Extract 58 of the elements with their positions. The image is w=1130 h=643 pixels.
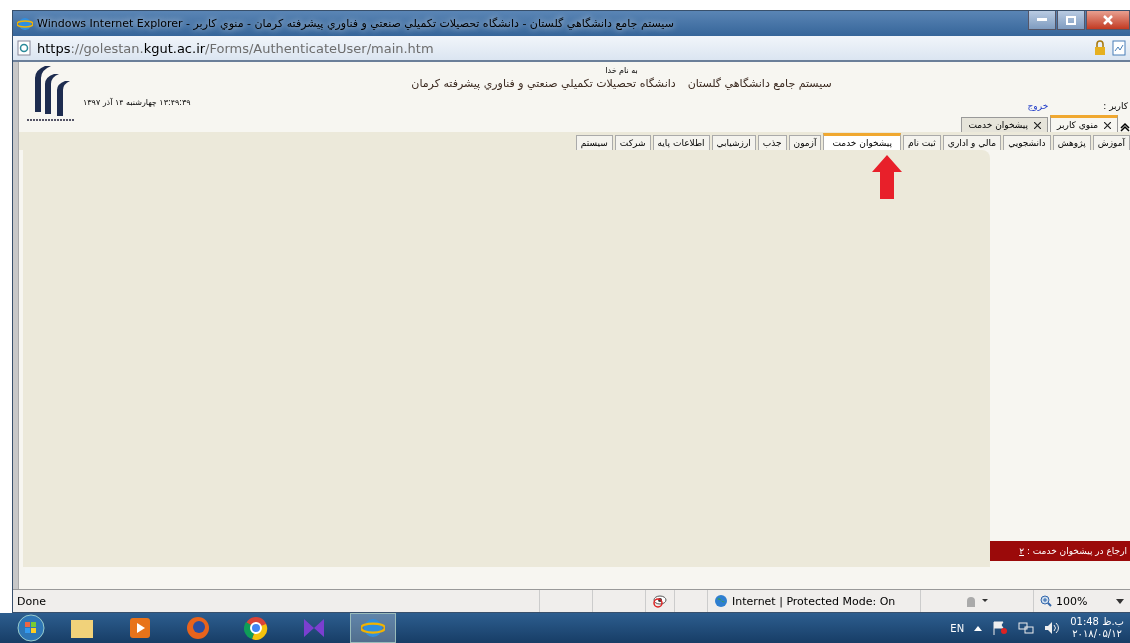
- lock-icon[interactable]: [1094, 40, 1106, 56]
- dropdown-arrow-icon[interactable]: [1116, 598, 1124, 604]
- open-tab[interactable]: منوي كاربر: [1050, 115, 1118, 132]
- zone-text: Internet | Protected Mode: On: [732, 594, 896, 608]
- network-icon[interactable]: [1018, 621, 1035, 635]
- menu-tab[interactable]: پيشخوان خدمت: [823, 133, 902, 150]
- close-button[interactable]: [1086, 11, 1130, 30]
- system-name: سيستم جامع دانشگاهي گلستان: [687, 77, 832, 90]
- referral-count-link[interactable]: ۲: [1019, 546, 1024, 556]
- start-button[interactable]: [16, 614, 46, 642]
- menu-tab[interactable]: مالي و اداري: [942, 135, 1002, 150]
- clock-time[interactable]: 01:48 ب.ظ: [1070, 616, 1124, 628]
- chevron-up-icon[interactable]: [1120, 122, 1130, 132]
- menu-tab[interactable]: دانشجويي: [1003, 135, 1051, 150]
- university-name: دانشگاه تحصيلات تكميلي صنعتي و فناوري پيشرفته كرمان: [411, 77, 676, 90]
- arrow-icon: [872, 155, 902, 199]
- user-label: كاربر :: [1103, 101, 1128, 111]
- close-tab-icon[interactable]: [1104, 121, 1111, 129]
- fox-browser-icon[interactable]: [186, 616, 210, 640]
- date-time-text: ۱۳:۴۹:۳۹ چهارشنبه ۱۴ آذر ۱۳۹۷: [83, 98, 191, 107]
- compatibility-view-icon[interactable]: [1112, 40, 1126, 56]
- menu-tab[interactable]: پژوهش: [1052, 135, 1091, 150]
- zoom-icon[interactable]: [1040, 595, 1052, 607]
- globe-icon: [714, 594, 728, 608]
- menu-tab[interactable]: شركت: [614, 135, 651, 150]
- speaker-icon[interactable]: [1044, 621, 1061, 635]
- zoom-level[interactable]: 100%: [1056, 594, 1088, 608]
- menu-tab[interactable]: اطلاعات پايه: [652, 135, 710, 150]
- menu-tab[interactable]: آموزش: [1092, 135, 1130, 150]
- security-lock-icon[interactable]: [964, 594, 990, 608]
- open-tab[interactable]: پيشخوان خدمت: [961, 117, 1049, 132]
- menu-tab[interactable]: ارزشيابي: [711, 135, 756, 150]
- browser-logo-icon: [17, 15, 33, 32]
- window-title: سيستم جامع دانشگاهي گلستان - دانشگاه تحصيلات تكميلي صنعتي و فناوري پيشرفته كرمان - منوي كاربر - Windows Internet Explorer: [37, 17, 674, 30]
- minimize-icon: [1037, 18, 1047, 22]
- menu-tab[interactable]: آزمون: [788, 135, 822, 150]
- round-browser-icon[interactable]: [244, 616, 268, 640]
- clock-date[interactable]: ۲۰۱۸/۰۵/۱۲: [1072, 628, 1122, 640]
- maximize-icon: [1066, 15, 1076, 25]
- menu-tab[interactable]: ثبت نام: [903, 135, 941, 150]
- close-tab-icon[interactable]: [1034, 121, 1042, 129]
- menu-tab[interactable]: جذب: [757, 135, 787, 150]
- flag-icon[interactable]: [992, 621, 1009, 635]
- close-icon: [1103, 15, 1113, 25]
- language-indicator[interactable]: EN: [950, 622, 965, 634]
- privacy-eye-icon[interactable]: [652, 594, 668, 608]
- maximize-button[interactable]: [1057, 11, 1085, 30]
- ie-icon[interactable]: [361, 616, 385, 640]
- status-text: Done: [16, 594, 47, 608]
- referral-label: ارجاع در پيشخوان خدمت :: [1026, 546, 1127, 556]
- menu-tab[interactable]: سيستم: [575, 135, 613, 150]
- folder-icon[interactable]: [70, 617, 94, 639]
- page-icon: [17, 40, 31, 56]
- minimize-button[interactable]: [1028, 11, 1056, 30]
- bismillah-text: به نام خدا: [605, 66, 638, 75]
- logout-link[interactable]: خروج: [1027, 101, 1049, 111]
- caret-up-icon[interactable]: [974, 625, 983, 631]
- media-player-icon[interactable]: [129, 617, 151, 639]
